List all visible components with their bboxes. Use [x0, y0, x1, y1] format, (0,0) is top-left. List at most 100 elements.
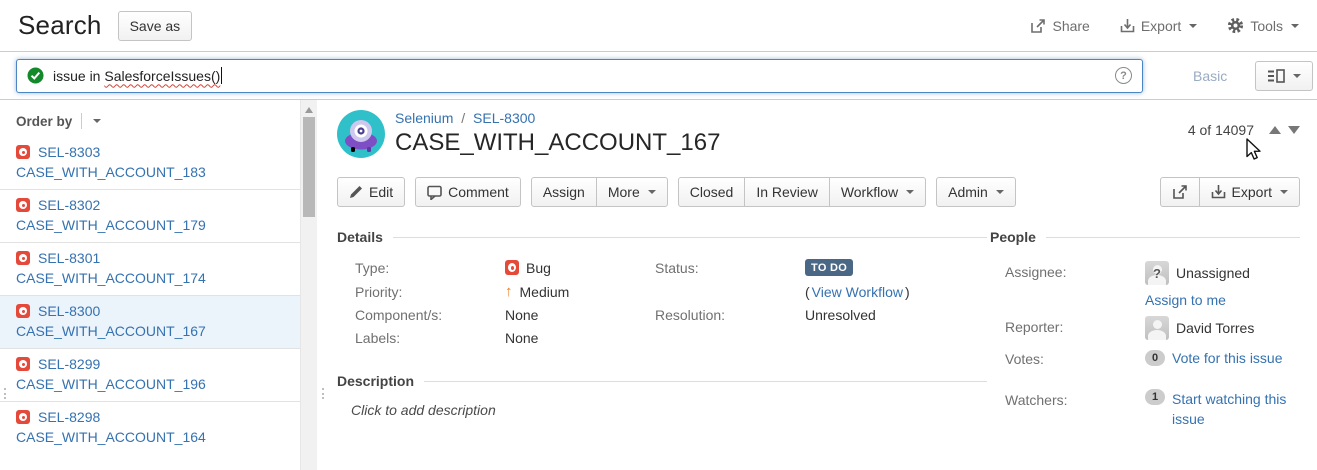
workflow-button-group: Closed In Review Workflow [678, 177, 926, 207]
in-review-transition-button[interactable]: In Review [744, 177, 829, 207]
description-heading: Description [337, 373, 414, 389]
search-bar-row: issue in SalesforceIssues() ? Basic [0, 52, 1317, 100]
list-item-selected[interactable]: SEL-8300 CASE_WITH_ACCOUNT_167 [0, 295, 300, 348]
previous-issue-button[interactable] [1269, 126, 1281, 134]
header-actions: Share Export Tools [1030, 17, 1299, 34]
tools-label: Tools [1250, 18, 1283, 34]
description-section-header: Description [337, 373, 987, 389]
list-item[interactable]: SEL-8298 CASE_WITH_ACCOUNT_164 [0, 401, 300, 454]
issue-summary-link[interactable]: CASE_WITH_ACCOUNT_167 [16, 323, 206, 339]
admin-menu-button[interactable]: Admin [936, 177, 1016, 207]
issue-content: Details Type: Bug Status: TO DO Priority… [337, 229, 1300, 429]
list-item[interactable]: SEL-8303 CASE_WITH_ACCOUNT_183 [0, 137, 300, 189]
comment-button[interactable]: Comment [415, 177, 521, 207]
breadcrumb-project-link[interactable]: Selenium [395, 110, 453, 126]
issue-summary-link[interactable]: CASE_WITH_ACCOUNT_174 [16, 270, 206, 286]
description-section: Description Click to add description [337, 373, 987, 418]
workflow-label: Workflow [841, 184, 898, 200]
issue-key-link[interactable]: SEL-8300 [38, 303, 100, 319]
issue-key-link[interactable]: SEL-8299 [38, 356, 100, 372]
jql-search-input[interactable]: issue in SalesforceIssues() ? [16, 59, 1143, 93]
order-by-label: Order by [16, 114, 72, 129]
caret-down-icon [906, 190, 914, 194]
share-button[interactable]: Share [1030, 18, 1089, 34]
resolution-value: Unresolved [805, 307, 987, 323]
watchers-count-badge: 1 [1145, 389, 1165, 405]
issue-summary-link[interactable]: CASE_WITH_ACCOUNT_196 [16, 376, 206, 392]
export-menu-button[interactable]: Export [1120, 18, 1197, 34]
issue-summary-link[interactable]: CASE_WITH_ACCOUNT_179 [16, 217, 206, 233]
order-by-dropdown[interactable]: Order by [0, 100, 300, 137]
issue-key-link[interactable]: SEL-8298 [38, 409, 100, 425]
issue-key-link[interactable]: SEL-8302 [38, 197, 100, 213]
share-issue-button[interactable] [1160, 177, 1200, 207]
vote-for-issue-link[interactable]: Vote for this issue [1172, 350, 1283, 366]
bug-icon [16, 145, 30, 159]
layout-split-icon [1267, 69, 1285, 83]
pencil-icon [349, 185, 363, 199]
sidebar-scrollbar[interactable] [300, 100, 317, 470]
view-workflow-link[interactable]: View Workflow [812, 284, 903, 300]
scrollbar-up-arrow[interactable] [305, 107, 313, 113]
status-label: Status: [655, 260, 805, 276]
issue-key-link[interactable]: SEL-8301 [38, 250, 100, 266]
divider [1046, 237, 1300, 238]
avatar-head [1153, 320, 1162, 329]
caret-down-icon [648, 190, 656, 194]
more-menu-button[interactable]: More [596, 177, 668, 207]
list-item[interactable]: SEL-8301 CASE_WITH_ACCOUNT_174 [0, 242, 300, 295]
workflow-menu-button[interactable]: Workflow [829, 177, 926, 207]
query-text: issue in SalesforceIssues() [53, 68, 220, 84]
assignee-label: Assignee: [1005, 261, 1145, 308]
priority-label: Priority: [355, 284, 505, 300]
divider [81, 113, 82, 129]
bug-icon [16, 251, 30, 265]
start-watching-link[interactable]: Start watching this issue [1172, 389, 1300, 429]
assign-to-me-link[interactable]: Assign to me [1145, 292, 1226, 308]
assignee-value: ? Unassigned Assign to me [1145, 261, 1300, 308]
layout-switcher-button[interactable] [1255, 61, 1313, 91]
comment-icon [427, 185, 442, 200]
question-glyph: ? [1145, 261, 1169, 285]
issue-list: SEL-8303 CASE_WITH_ACCOUNT_183 SEL-8302 … [0, 137, 300, 454]
caret-down-icon [1291, 24, 1299, 28]
view-workflow: (View Workflow) [805, 284, 987, 300]
share-icon [1030, 18, 1046, 34]
issue-header: Selenium / SEL-8300 CASE_WITH_ACCOUNT_16… [337, 108, 1300, 158]
details-column: Details Type: Bug Status: TO DO Priority… [337, 229, 987, 429]
issue-title: CASE_WITH_ACCOUNT_167 [395, 129, 720, 157]
basic-mode-link[interactable]: Basic [1193, 68, 1227, 84]
reporter-label: Reporter: [1005, 316, 1145, 340]
status-badge: TO DO [805, 259, 853, 276]
issue-key-link[interactable]: SEL-8303 [38, 144, 100, 160]
export-label: Export [1232, 184, 1272, 200]
priority-medium-icon: ↑ [505, 283, 513, 300]
reporter-name: David Torres [1176, 320, 1254, 336]
assign-button[interactable]: Assign [531, 177, 597, 207]
left-edge-drag-grip[interactable] [1, 388, 8, 399]
save-as-button[interactable]: Save as [118, 11, 193, 41]
list-item[interactable]: SEL-8299 CASE_WITH_ACCOUNT_196 [0, 348, 300, 401]
add-description-placeholder[interactable]: Click to add description [351, 402, 987, 418]
issue-toolbar: Edit Comment Assign More Closed In Revie… [337, 177, 1300, 207]
caret-down-icon [1189, 24, 1197, 28]
scrollbar-thumb[interactable] [303, 117, 315, 217]
priority-value: ↑Medium [505, 283, 655, 300]
export-issue-button[interactable]: Export [1199, 177, 1300, 207]
syntax-help-icon[interactable]: ? [1115, 67, 1132, 84]
more-label: More [608, 184, 640, 200]
issue-summary-link[interactable]: CASE_WITH_ACCOUNT_183 [16, 164, 206, 180]
issue-summary-link[interactable]: CASE_WITH_ACCOUNT_164 [16, 429, 206, 445]
closed-transition-button[interactable]: Closed [678, 177, 746, 207]
divider [393, 237, 987, 238]
component-value: None [505, 307, 655, 323]
edit-button[interactable]: Edit [337, 177, 405, 207]
share-label: Share [1052, 18, 1089, 34]
tools-menu-button[interactable]: Tools [1227, 17, 1299, 34]
status-value: TO DO [805, 259, 987, 276]
next-issue-button[interactable] [1288, 126, 1300, 134]
breadcrumb-issue-key-link[interactable]: SEL-8300 [473, 110, 535, 126]
panel-divider-drag-grip[interactable] [319, 388, 326, 399]
labels-value: None [505, 330, 655, 346]
list-item[interactable]: SEL-8302 CASE_WITH_ACCOUNT_179 [0, 189, 300, 242]
